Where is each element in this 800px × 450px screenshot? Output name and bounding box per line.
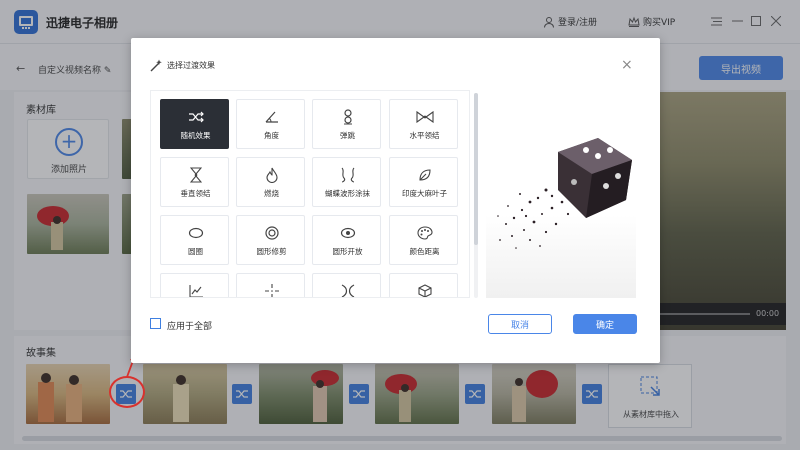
effect-tile-flame[interactable]: 燃烧 <box>236 157 305 207</box>
effect-tile-bowtie-horizontal[interactable]: 水平领结 <box>389 99 458 149</box>
bowtie-vertical-icon <box>161 167 230 183</box>
confirm-button[interactable]: 确定 <box>573 314 637 334</box>
effect-preview <box>486 90 636 298</box>
effect-tile-ellipse[interactable]: 圆圈 <box>160 215 229 265</box>
dialog-title: 选择过渡效果 <box>167 61 215 70</box>
annotation-circle <box>109 376 145 408</box>
effect-tile-angle[interactable]: 角度 <box>236 99 305 149</box>
cross-wave-icon <box>313 283 382 297</box>
apply-all-label[interactable]: 应用于全部 <box>167 319 212 332</box>
effect-tile-bounce[interactable]: 弹跳 <box>312 99 381 149</box>
flame-icon <box>237 167 306 183</box>
butterfly-wave-icon <box>313 167 382 183</box>
app-window: 迅捷电子相册 登录/注册 购买VIP ← 自定义视频名称 ✎ 导出视频 素材库 … <box>0 0 800 450</box>
effect-grid: 随机效果 角度 弹跳 水平领结 垂直领结 燃烧 蝴蝶波形涂抹 印度大麻叶子 圆圈… <box>150 90 470 298</box>
angle-icon <box>237 109 306 125</box>
chart-icon <box>161 283 230 297</box>
effect-tile-color-distance[interactable]: 颜色距离 <box>389 215 458 265</box>
bounce-icon <box>313 109 382 125</box>
effect-tile-random[interactable]: 随机效果 <box>160 99 229 149</box>
circle-crop-icon <box>237 225 306 241</box>
effect-tile-butterfly-wave[interactable]: 蝴蝶波形涂抹 <box>312 157 381 207</box>
magic-wand-icon <box>150 59 162 72</box>
cube-icon <box>390 283 459 297</box>
shuffle-icon <box>161 109 230 125</box>
effect-tile-bowtie-vertical[interactable]: 垂直领结 <box>160 157 229 207</box>
leaf-icon <box>390 167 459 183</box>
effect-tile-cube[interactable] <box>389 273 459 297</box>
circle-open-icon <box>313 225 382 241</box>
effect-tile-chart[interactable] <box>160 273 230 297</box>
close-icon[interactable]: × <box>621 58 633 72</box>
effect-grid-scrollbar[interactable] <box>474 93 478 245</box>
apply-all-checkbox[interactable] <box>150 318 161 329</box>
crosshair-icon <box>237 283 306 297</box>
bowtie-horizontal-icon <box>390 109 459 125</box>
ellipse-icon <box>161 225 230 241</box>
effect-tile-crosshair[interactable] <box>236 273 306 297</box>
effect-tile-circle-open[interactable]: 圆形开放 <box>312 215 381 265</box>
cancel-button[interactable]: 取消 <box>488 314 552 334</box>
effect-tile-circle-crop[interactable]: 圆形修剪 <box>236 215 305 265</box>
effect-tile-cross-wave[interactable] <box>312 273 382 297</box>
transition-effect-dialog: 选择过渡效果 × 随机效果 角度 弹跳 水平领结 垂直领结 燃烧 蝴蝶波形涂抹 … <box>131 38 660 363</box>
effect-tile-leaf[interactable]: 印度大麻叶子 <box>389 157 458 207</box>
palette-icon <box>390 225 459 241</box>
